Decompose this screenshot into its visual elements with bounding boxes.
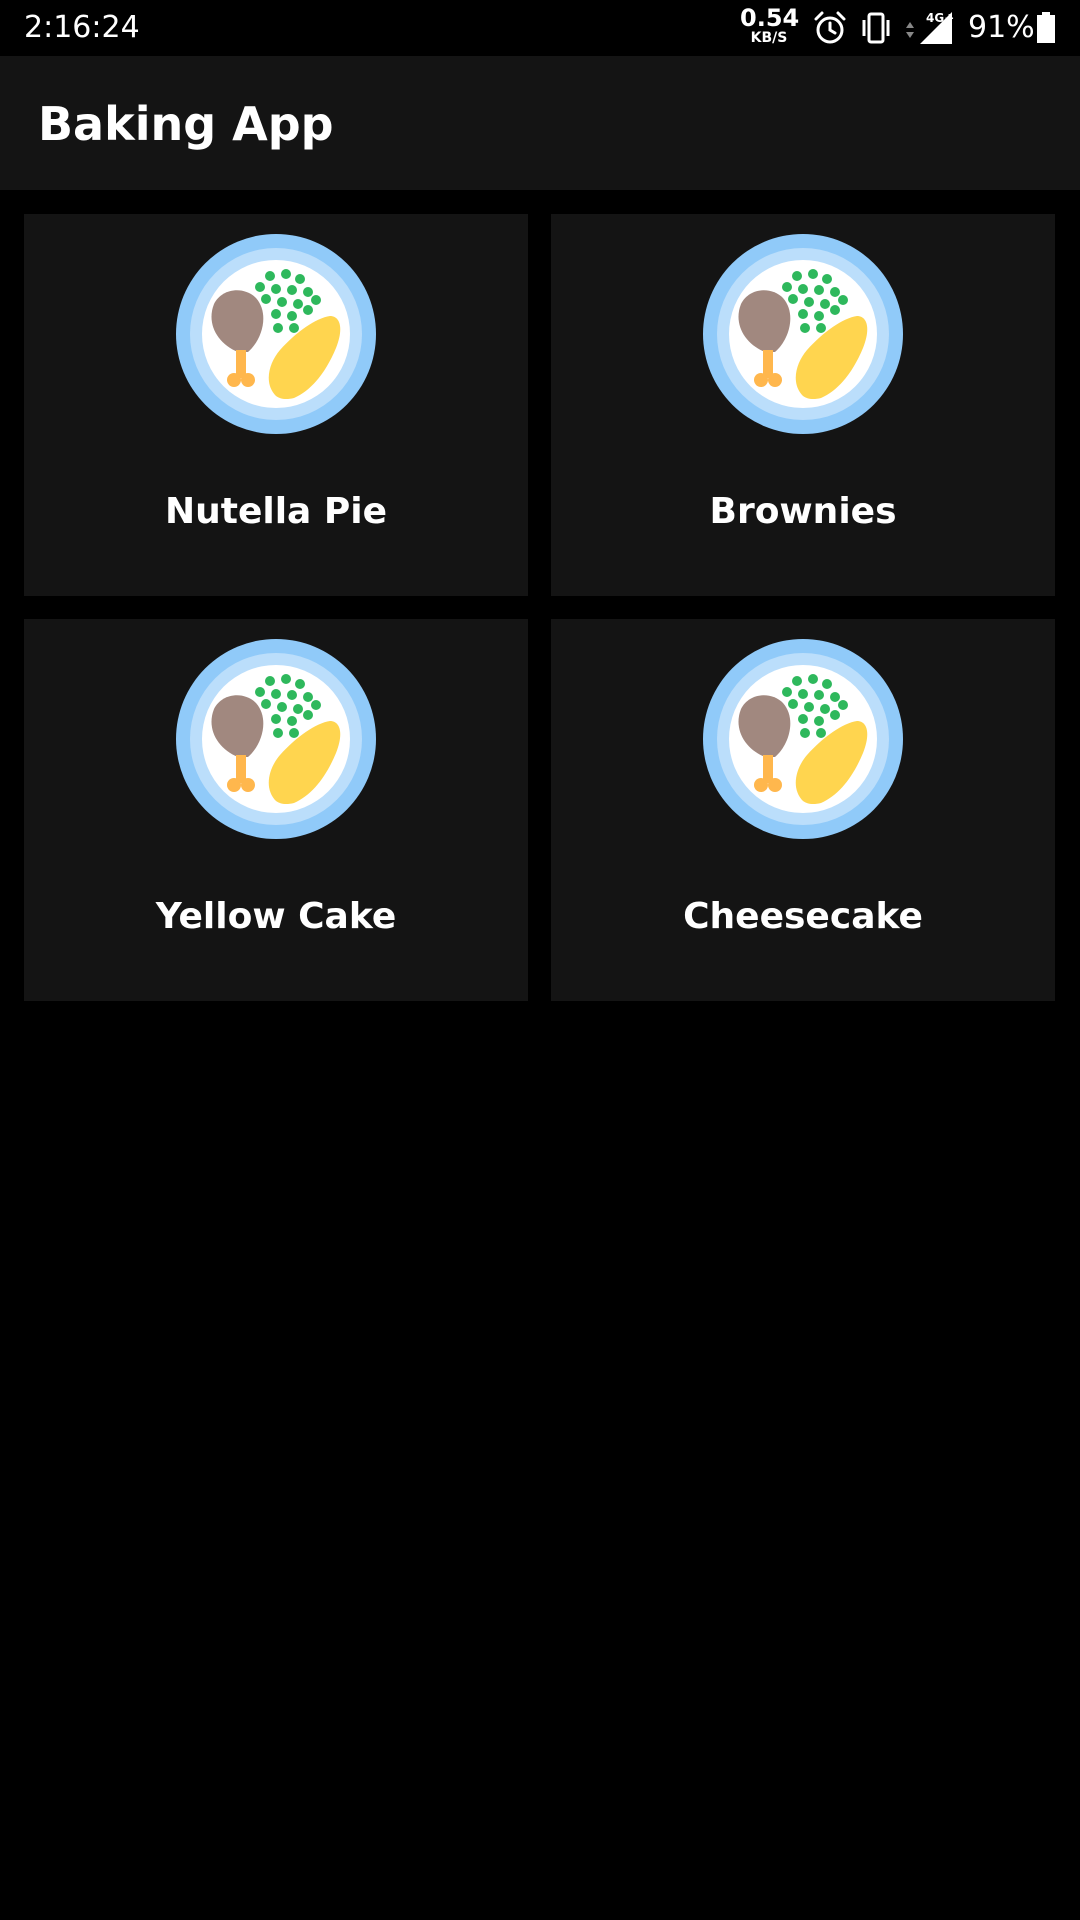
- battery-percent: 91%: [968, 10, 1035, 45]
- vibrate-icon: [862, 12, 890, 44]
- recipe-name: Nutella Pie: [164, 491, 388, 532]
- network-speed-unit: KB/S: [750, 30, 788, 46]
- recipe-name: Brownies: [709, 491, 897, 532]
- food-plate-icon: [176, 639, 376, 839]
- recipe-card-brownies[interactable]: Brownies: [551, 214, 1055, 596]
- signal-icon: 4G+: [906, 11, 954, 44]
- recipe-name: Yellow Cake: [155, 896, 397, 937]
- food-plate-icon: [703, 639, 903, 839]
- network-speed-value: 0.54: [740, 4, 800, 32]
- app-bar: Baking App: [0, 56, 1080, 190]
- app-title: Baking App: [38, 97, 334, 151]
- recipe-card-cheesecake[interactable]: Cheesecake: [551, 619, 1055, 1001]
- network-type-label: 4G+: [926, 11, 954, 25]
- recipe-card-nutella-pie[interactable]: Nutella Pie: [24, 214, 528, 596]
- network-speed: 0.54 KB/S: [740, 4, 800, 46]
- food-plate-icon: [176, 234, 376, 434]
- alarm-icon: [814, 11, 846, 44]
- recipe-card-yellow-cake[interactable]: Yellow Cake: [24, 619, 528, 1001]
- food-plate-icon: [703, 234, 903, 434]
- status-bar: 2:16:24 0.54 KB/S 4G+ 91%: [0, 0, 1080, 56]
- battery-icon: [1037, 12, 1055, 43]
- status-time: 2:16:24: [24, 10, 140, 45]
- recipe-name: Cheesecake: [683, 896, 923, 937]
